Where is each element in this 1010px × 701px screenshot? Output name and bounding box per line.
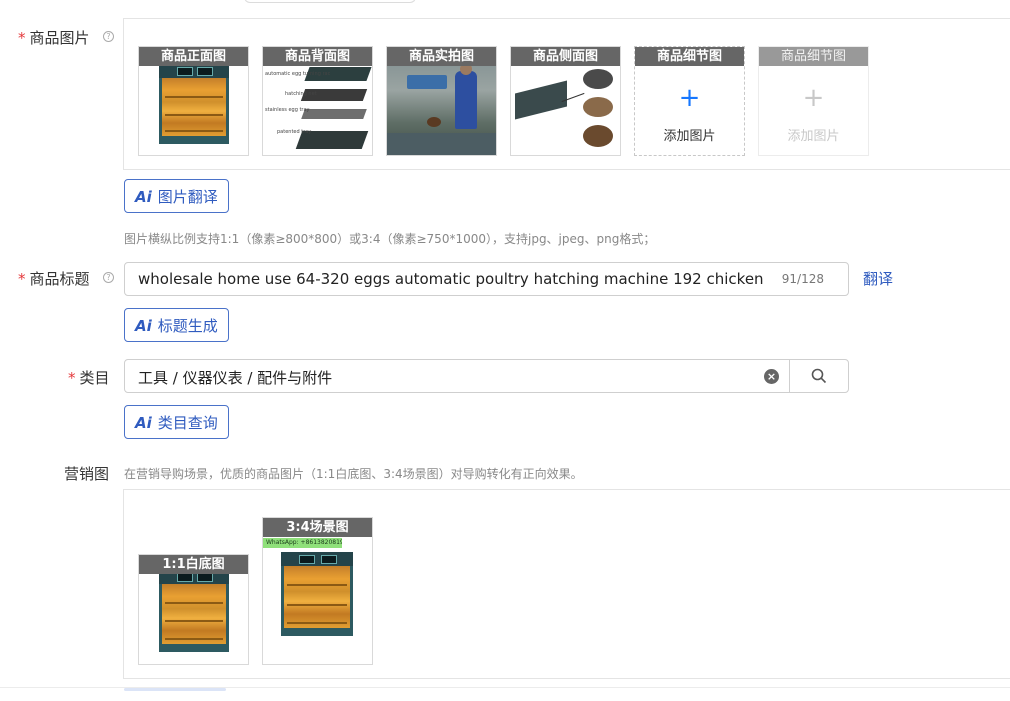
required-mark: * bbox=[18, 270, 26, 288]
whatsapp-banner: WhatsApp: +8613820819825 bbox=[263, 538, 342, 548]
add-detail-image-button[interactable]: 商品细节图 + 添加图片 bbox=[634, 46, 745, 156]
previous-field-edge bbox=[244, 0, 416, 3]
cutoff-button-edge bbox=[124, 688, 226, 691]
marketing-images-panel bbox=[123, 489, 1010, 679]
category-input[interactable]: 工具 / 仪器仪表 / 配件与附件 × bbox=[124, 359, 790, 393]
title-generate-button[interactable]: Ai 标题生成 bbox=[124, 308, 229, 342]
thumb-label: 3:4场景图 bbox=[263, 518, 372, 537]
plus-icon: + bbox=[678, 83, 701, 113]
marketing-image-square[interactable]: 1:1白底图 bbox=[138, 554, 249, 665]
question-circle-icon[interactable]: ? bbox=[103, 272, 114, 283]
product-title-value: wholesale home use 64-320 eggs automatic… bbox=[138, 270, 768, 288]
incubator-image bbox=[159, 64, 229, 144]
ai-icon: Ai bbox=[135, 188, 152, 206]
required-mark: * bbox=[68, 369, 76, 387]
category-label: * 类目 bbox=[68, 369, 110, 387]
thumb-label: 商品实拍图 bbox=[387, 47, 496, 66]
thumb-label: 商品细节图 bbox=[759, 47, 868, 66]
question-circle-icon[interactable]: ? bbox=[103, 31, 114, 42]
diagram-text: automatic egg turning rac bbox=[265, 71, 331, 77]
plus-icon: + bbox=[802, 83, 825, 113]
category-search-button[interactable] bbox=[789, 359, 849, 393]
product-image-photo[interactable]: 商品实拍图 bbox=[386, 46, 497, 156]
thumb-label: 商品背面图 bbox=[263, 47, 372, 66]
category-query-button[interactable]: Ai 类目查询 bbox=[124, 405, 229, 439]
incubator-image bbox=[281, 552, 353, 636]
marketing-image-scene[interactable]: 3:4场景图 WhatsApp: +8613820819825 bbox=[262, 517, 373, 665]
title-char-counter: 91/128 bbox=[781, 272, 824, 286]
thumb-label: 商品正面图 bbox=[139, 47, 248, 66]
image-ratio-hint: 图片横纵比例支持1:1（像素≥800*800）或3:4（像素≥750*1000）… bbox=[124, 232, 656, 246]
category-value: 工具 / 仪器仪表 / 配件与附件 bbox=[138, 369, 333, 387]
product-image-front[interactable]: 商品正面图 bbox=[138, 46, 249, 156]
product-images-label: * 商品图片 bbox=[18, 29, 90, 47]
marketing-hint: 在营销导购场景，优质的商品图片（1:1白底图、3:4场景图）对导购转化有正向效果… bbox=[124, 467, 583, 481]
add-image-text: 添加图片 bbox=[787, 129, 840, 144]
image-translate-button[interactable]: Ai 图片翻译 bbox=[124, 179, 229, 213]
ai-icon: Ai bbox=[135, 317, 152, 335]
product-image-side[interactable]: 商品侧面图 bbox=[510, 46, 621, 156]
thumb-label: 商品细节图 bbox=[635, 47, 744, 66]
title-translate-link[interactable]: 翻译 bbox=[863, 268, 893, 289]
incubator-image bbox=[159, 570, 229, 652]
thumb-label: 1:1白底图 bbox=[139, 555, 248, 574]
diagram-text: stainless egg tray bbox=[265, 107, 310, 113]
add-image-text: 添加图片 bbox=[663, 129, 716, 144]
search-icon bbox=[811, 368, 827, 384]
thumb-label: 商品侧面图 bbox=[511, 47, 620, 66]
ai-icon: Ai bbox=[135, 414, 152, 432]
product-image-back[interactable]: 商品背面图 automatic egg turning rac hatching… bbox=[262, 46, 373, 156]
marketing-images-label: 营销图 bbox=[64, 465, 110, 483]
add-detail-image-button-disabled: 商品细节图 + 添加图片 bbox=[758, 46, 869, 156]
diagram-text: patented tray bbox=[277, 129, 312, 135]
clear-circle-icon[interactable]: × bbox=[764, 369, 779, 384]
required-mark: * bbox=[18, 29, 26, 47]
product-title-input[interactable]: wholesale home use 64-320 eggs automatic… bbox=[124, 262, 849, 296]
product-title-label: * 商品标题 bbox=[18, 270, 90, 288]
diagram-text: hatching net bbox=[285, 91, 317, 97]
